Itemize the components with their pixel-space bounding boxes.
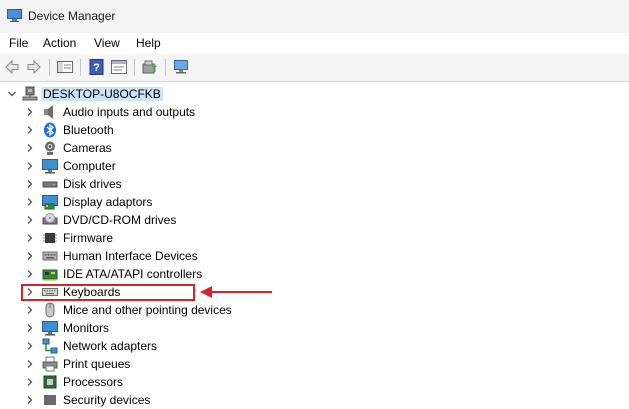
toolbar-separator [80,59,81,76]
tree-item-label: Mice and other pointing devices [63,303,232,317]
chevron-right-icon[interactable] [26,198,34,206]
tree-item-label: Disk drives [63,177,122,191]
tree-item[interactable]: Network adapters [0,337,629,355]
disk-drive-icon [42,181,58,188]
tree-item-label: Monitors [63,321,110,335]
chevron-right-icon[interactable] [26,342,34,350]
tree-item[interactable]: Print queues [0,355,629,373]
help-icon[interactable]: ? [88,58,106,76]
tree-item-label: Bluetooth [63,123,114,137]
tree-item-label: IDE ATA/ATAPI controllers [63,267,203,281]
chevron-right-icon[interactable] [26,162,34,170]
back-arrow-icon[interactable] [3,58,21,76]
tree-item-label: Display adaptors [63,195,153,209]
menu-view[interactable]: View [94,36,120,50]
chevron-right-icon[interactable] [26,324,34,332]
tree-item[interactable]: Audio inputs and outputs [0,103,629,121]
mouse-icon [45,302,55,318]
chevron-right-icon[interactable] [26,270,34,278]
tree-item-label: Network adapters [63,339,158,353]
chevron-down-icon[interactable] [8,90,16,98]
chevron-right-icon[interactable] [26,360,34,368]
computer-tree-icon [22,86,38,101]
tree-item[interactable]: Human Interface Devices [0,247,629,265]
tree-item[interactable]: Mice and other pointing devices [0,301,629,319]
computer-name[interactable]: DESKTOP-U8OCFKB [41,87,163,101]
tree-item-label: Computer [63,159,116,173]
tree-item[interactable]: IDE ATA/ATAPI controllers [0,265,629,283]
tree-item[interactable]: Cameras [0,139,629,157]
toolbar: ? [0,54,629,82]
tree-item[interactable]: Disk drives [0,175,629,193]
tree-item-label: Audio inputs and outputs [63,105,196,119]
tree-item[interactable]: Security devices [0,391,629,409]
tree-item-label: Processors [63,375,124,389]
menu-help[interactable]: Help [136,36,161,50]
dvd-drive-icon [42,213,58,225]
monitor-icon [42,321,58,336]
tree-item[interactable]: Processors [0,373,629,391]
tree-item-label: Human Interface Devices [63,249,198,263]
camera-icon [45,141,55,155]
device-tree: DESKTOP-U8OCFKB Audio inputs and outputs… [0,82,629,407]
tree-item-label: Cameras [63,141,112,155]
chevron-right-icon[interactable] [26,126,34,134]
tree-item-label: Security devices [63,393,151,407]
red-arrow-annotation [200,286,272,298]
tree-item[interactable]: Display adaptors [0,193,629,211]
tree-root[interactable]: DESKTOP-U8OCFKB [0,85,629,103]
toolbar-separator [134,59,135,76]
printer-icon [42,356,58,372]
tree-item[interactable]: Computer [0,157,629,175]
scan-hardware-changes-icon[interactable] [172,58,190,76]
chevron-right-icon[interactable] [26,396,34,404]
toolbar-separator [49,59,50,76]
chevron-right-icon[interactable] [26,180,34,188]
tree-item-label: DVD/CD-ROM drives [63,213,177,227]
chevron-right-icon[interactable] [26,234,34,242]
tree-item[interactable]: Bluetooth [0,121,629,139]
svg-text:?: ? [93,62,100,74]
controller-card-icon [42,269,58,281]
menu-file[interactable]: File [9,36,28,50]
menu-action[interactable]: Action [43,36,76,50]
properties-icon[interactable] [110,58,128,76]
chevron-right-icon[interactable] [26,144,34,152]
display-adapter-icon [42,195,58,210]
tree-item[interactable]: Monitors [0,319,629,337]
speaker-icon [44,105,53,119]
tree-item[interactable]: DVD/CD-ROM drives [0,211,629,229]
toolbar-separator [165,59,166,76]
highlight-box [21,284,195,301]
chevron-right-icon[interactable] [26,216,34,224]
chevron-right-icon[interactable] [26,306,34,314]
device-manager-icon [7,9,22,22]
processor-icon [43,375,57,389]
monitor-icon [42,159,58,174]
chip-icon [43,233,57,243]
chevron-right-icon[interactable] [26,378,34,386]
tree-item-label: Firmware [63,231,113,245]
show-hide-console-tree-icon[interactable] [56,58,74,76]
tree-item[interactable]: Firmware [0,229,629,247]
menu-bar: File Action View Help [0,33,629,53]
hid-icon [42,251,58,261]
tree-item-label: Print queues [63,357,131,371]
update-driver-icon[interactable] [141,58,159,76]
chevron-right-icon[interactable] [26,252,34,260]
title-bar: Device Manager [0,0,629,33]
security-chip-icon [44,395,56,405]
forward-arrow-icon[interactable] [25,58,43,76]
chevron-right-icon[interactable] [26,108,34,116]
window-title: Device Manager [28,9,116,23]
network-icon [42,338,58,354]
bluetooth-icon [44,122,56,138]
